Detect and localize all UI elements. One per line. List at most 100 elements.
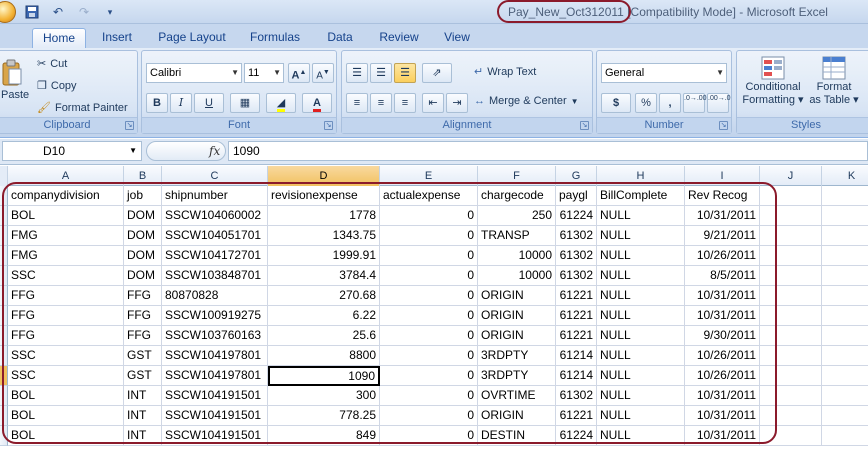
- table-cell[interactable]: NULL: [597, 266, 685, 286]
- table-cell[interactable]: SSCW103760163: [162, 326, 268, 346]
- table-cell[interactable]: SSCW103848701: [162, 266, 268, 286]
- header-cell[interactable]: companydivision: [8, 186, 124, 206]
- table-cell[interactable]: NULL: [597, 386, 685, 406]
- table-cell[interactable]: FFG: [124, 326, 162, 346]
- insert-function-button[interactable]: fx: [146, 141, 226, 161]
- table-cell[interactable]: [760, 306, 822, 326]
- header-cell[interactable]: job: [124, 186, 162, 206]
- table-cell[interactable]: [760, 366, 822, 386]
- table-cell[interactable]: 8800: [268, 346, 380, 366]
- table-cell[interactable]: DOM: [124, 206, 162, 226]
- table-cell[interactable]: SSCW104060002: [162, 206, 268, 226]
- table-cell[interactable]: [760, 246, 822, 266]
- table-cell[interactable]: [822, 226, 868, 246]
- table-cell[interactable]: [760, 206, 822, 226]
- header-cell[interactable]: shipnumber: [162, 186, 268, 206]
- table-cell[interactable]: 0: [380, 306, 478, 326]
- table-cell[interactable]: 849: [268, 426, 380, 446]
- table-cell[interactable]: 0: [380, 266, 478, 286]
- fill-color-button[interactable]: ◢: [266, 93, 296, 113]
- office-button[interactable]: [0, 1, 16, 23]
- row-header[interactable]: [0, 286, 8, 306]
- table-cell[interactable]: ORIGIN: [478, 286, 556, 306]
- table-cell[interactable]: SSCW104051701: [162, 226, 268, 246]
- table-cell[interactable]: 61224: [556, 206, 597, 226]
- row-header[interactable]: [0, 246, 8, 266]
- table-cell[interactable]: DOM: [124, 246, 162, 266]
- table-cell[interactable]: [760, 226, 822, 246]
- table-cell[interactable]: 61302: [556, 386, 597, 406]
- tab-page-layout[interactable]: Page Layout: [152, 28, 232, 48]
- table-cell[interactable]: 6.22: [268, 306, 380, 326]
- table-cell[interactable]: BOL: [8, 406, 124, 426]
- column-header-c[interactable]: C: [162, 166, 268, 186]
- table-cell[interactable]: 61302: [556, 266, 597, 286]
- table-cell[interactable]: [822, 366, 868, 386]
- table-cell[interactable]: 10/31/2011: [685, 286, 760, 306]
- column-header-a[interactable]: A: [8, 166, 124, 186]
- row-header[interactable]: [0, 206, 8, 226]
- table-cell[interactable]: NULL: [597, 306, 685, 326]
- decrease-decimal-button[interactable]: .00→.0: [707, 93, 731, 113]
- table-cell[interactable]: BOL: [8, 426, 124, 446]
- table-cell[interactable]: SSCW104191501: [162, 406, 268, 426]
- table-cell[interactable]: 0: [380, 426, 478, 446]
- table-cell[interactable]: 61221: [556, 306, 597, 326]
- wrap-text-button[interactable]: ↵ Wrap Text: [474, 65, 536, 79]
- align-right-button[interactable]: ≡: [394, 93, 416, 113]
- table-cell[interactable]: [822, 246, 868, 266]
- table-cell[interactable]: [760, 406, 822, 426]
- cut-button[interactable]: ✂ Cut: [37, 57, 67, 71]
- number-launcher-icon[interactable]: ↘: [719, 121, 728, 130]
- merge-center-button[interactable]: ↔ Merge & Center ▼: [474, 95, 579, 107]
- table-cell[interactable]: 1778: [268, 206, 380, 226]
- table-cell[interactable]: FMG: [8, 226, 124, 246]
- row-header[interactable]: [0, 406, 8, 426]
- table-cell[interactable]: ORIGIN: [478, 406, 556, 426]
- name-box[interactable]: D10 ▼: [2, 141, 142, 161]
- table-cell[interactable]: 270.68: [268, 286, 380, 306]
- table-cell[interactable]: 3RDPTY: [478, 366, 556, 386]
- row-header[interactable]: [0, 366, 8, 386]
- format-as-table-button[interactable]: Format as Table ▾: [809, 55, 859, 106]
- column-header-f[interactable]: F: [478, 166, 556, 186]
- table-cell[interactable]: [822, 346, 868, 366]
- column-header-h[interactable]: H: [597, 166, 685, 186]
- table-cell[interactable]: 61221: [556, 286, 597, 306]
- table-cell[interactable]: 1999.91: [268, 246, 380, 266]
- header-cell[interactable]: chargecode: [478, 186, 556, 206]
- table-cell[interactable]: GST: [124, 346, 162, 366]
- table-cell[interactable]: DOM: [124, 226, 162, 246]
- table-cell[interactable]: NULL: [597, 366, 685, 386]
- table-cell[interactable]: NULL: [597, 326, 685, 346]
- clipboard-launcher-icon[interactable]: ↘: [125, 121, 134, 130]
- table-cell[interactable]: 1343.75: [268, 226, 380, 246]
- column-header-k[interactable]: K: [822, 166, 868, 186]
- table-cell[interactable]: 10/31/2011: [685, 306, 760, 326]
- increase-decimal-button[interactable]: .0→.00: [683, 93, 707, 113]
- column-header-g[interactable]: G: [556, 166, 597, 186]
- number-format-select[interactable]: General ▼: [601, 63, 727, 83]
- grow-font-button[interactable]: A▲: [288, 63, 310, 83]
- save-icon[interactable]: [22, 3, 42, 21]
- align-top-button[interactable]: ☰: [346, 63, 368, 83]
- conditional-formatting-button[interactable]: Conditional Formatting ▾: [741, 55, 805, 106]
- table-cell[interactable]: DESTIN: [478, 426, 556, 446]
- table-cell[interactable]: [822, 326, 868, 346]
- table-cell[interactable]: 61221: [556, 326, 597, 346]
- table-cell[interactable]: INT: [124, 406, 162, 426]
- table-cell[interactable]: 0: [380, 246, 478, 266]
- increase-indent-button[interactable]: ⇥: [446, 93, 468, 113]
- table-cell[interactable]: 250: [478, 206, 556, 226]
- orientation-button[interactable]: ⇗: [422, 63, 452, 83]
- table-cell[interactable]: [822, 386, 868, 406]
- table-cell[interactable]: 10/26/2011: [685, 246, 760, 266]
- format-painter-button[interactable]: 🖌 Format Painter: [37, 101, 128, 115]
- table-cell[interactable]: NULL: [597, 246, 685, 266]
- table-cell[interactable]: FFG: [8, 306, 124, 326]
- row-header[interactable]: [0, 426, 8, 446]
- table-cell[interactable]: 61302: [556, 226, 597, 246]
- table-cell[interactable]: 10/31/2011: [685, 426, 760, 446]
- header-cell[interactable]: [822, 186, 868, 206]
- header-cell[interactable]: Rev Recog: [685, 186, 760, 206]
